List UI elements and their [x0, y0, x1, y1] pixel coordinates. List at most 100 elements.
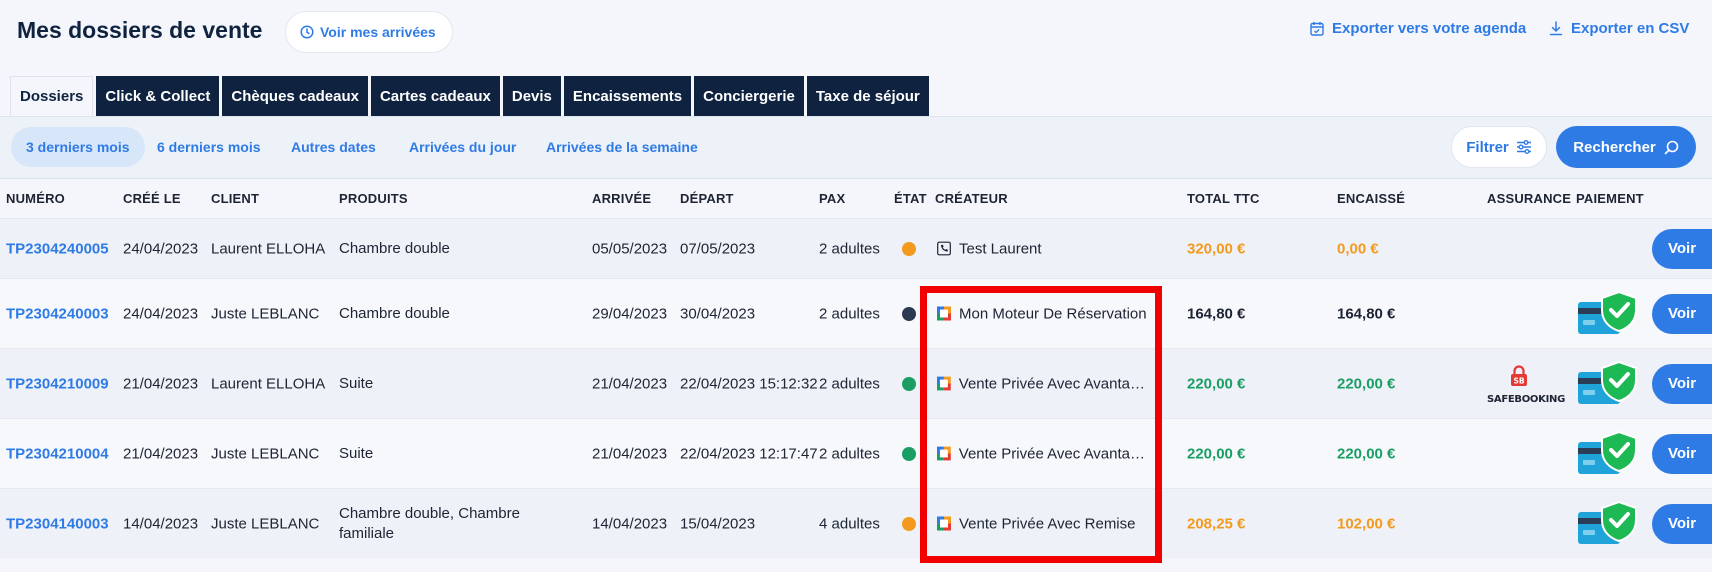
- sliders-icon: [1516, 140, 1531, 154]
- export-csv-label: Exporter en CSV: [1571, 20, 1690, 37]
- booking-engine-icon: [937, 516, 951, 531]
- tab-dossiers[interactable]: Dossiers: [10, 76, 94, 116]
- view-button[interactable]: Voir: [1652, 503, 1712, 544]
- dossier-number-link[interactable]: TP2304140003: [6, 515, 109, 532]
- status-dot: [902, 376, 916, 391]
- client-name: Laurent ELLOHA: [211, 375, 326, 392]
- card-shield-icon: [1578, 430, 1637, 474]
- dossier-number-link[interactable]: TP2304210009: [6, 375, 109, 392]
- col-cree-le[interactable]: CRÉÉ LE: [123, 191, 181, 206]
- pax-count: 2 adultes: [819, 375, 880, 392]
- view-button[interactable]: Voir: [1652, 228, 1712, 269]
- products: Suite: [339, 374, 374, 392]
- amount-collected: 164,80 €: [1337, 305, 1396, 322]
- total-ttc: 164,80 €: [1187, 305, 1246, 322]
- col-etat[interactable]: ÉTAT: [894, 191, 927, 206]
- period-other-dates[interactable]: Autres dates: [291, 127, 376, 167]
- card-shield-icon: [1578, 500, 1637, 544]
- col-depart[interactable]: DÉPART: [680, 191, 734, 206]
- created-date: 24/04/2023: [123, 305, 199, 322]
- tab-bar: Dossiers Click & Collect Chèques cadeaux…: [10, 76, 929, 116]
- dossier-number-link[interactable]: TP2304210004: [6, 445, 109, 462]
- dossier-number-link[interactable]: TP2304240003: [6, 305, 109, 322]
- client-name: Juste LEBLANC: [211, 305, 320, 322]
- arrival-date: 29/04/2023: [592, 305, 668, 322]
- safebooking-badge: SB: [1513, 376, 1524, 385]
- tab-cartes-cadeaux[interactable]: Cartes cadeaux: [370, 76, 500, 116]
- col-client[interactable]: CLIENT: [211, 191, 259, 206]
- col-arrivee[interactable]: ARRIVÉE: [592, 191, 651, 206]
- payment-verified: [1576, 430, 1640, 483]
- creator-name: Vente Privée Avec Avantages: [958, 375, 1151, 392]
- creator: Vente Privée Avec Remise: [937, 515, 1151, 532]
- table-row[interactable]: TP2304140003 14/04/2023 Juste LEBLANC Chamb…: [0, 488, 1712, 558]
- card-shield-icon: [1578, 360, 1637, 404]
- filter-button[interactable]: Filtrer: [1451, 126, 1547, 168]
- period-3-months[interactable]: 3 derniers mois: [11, 127, 145, 167]
- products: Chambre double, Chambre familiale: [339, 504, 520, 542]
- period-arrivals-today[interactable]: Arrivées du jour: [409, 127, 516, 167]
- amount-collected: 220,00 €: [1337, 445, 1396, 462]
- table-row[interactable]: TP2304240005 24/04/2023 Laurent ELLOHA Cham…: [0, 218, 1712, 278]
- table-row[interactable]: TP2304210009 21/04/2023 Laurent ELLOHA Suit…: [0, 348, 1712, 418]
- tab-devis[interactable]: Devis: [502, 76, 561, 116]
- export-agenda-link[interactable]: Exporter vers votre agenda: [1310, 20, 1526, 37]
- created-date: 24/04/2023: [123, 240, 199, 257]
- page-header: Mes dossiers de vente Voir mes arrivées …: [0, 0, 1712, 66]
- amount-collected: 102,00 €: [1337, 515, 1396, 532]
- calendar-icon: [1310, 22, 1324, 36]
- tab-encaissements[interactable]: Encaissements: [563, 76, 692, 116]
- col-total[interactable]: TOTAL TTC: [1187, 191, 1260, 206]
- amount-collected: 0,00 €: [1337, 240, 1379, 257]
- arrival-date: 21/04/2023: [592, 445, 668, 462]
- creator: Mon Moteur De Réservation: [937, 305, 1151, 322]
- payment-verified: [1576, 360, 1640, 413]
- booking-engine-icon: [937, 376, 951, 391]
- col-encaisse[interactable]: ENCAISSÉ: [1337, 191, 1405, 206]
- table-row[interactable]: TP2304240003 24/04/2023 Juste LEBLANC Chamb…: [0, 278, 1712, 348]
- view-button[interactable]: Voir: [1652, 293, 1712, 334]
- view-button[interactable]: Voir: [1652, 363, 1712, 404]
- creator: Vente Privée Avec Avantages: [937, 445, 1151, 462]
- period-6-months[interactable]: 6 derniers mois: [157, 127, 261, 167]
- col-paiement[interactable]: PAIEMENT: [1576, 191, 1644, 206]
- departure-date: 22/04/2023 12:17:47: [680, 445, 818, 462]
- client-name: Juste LEBLANC: [211, 445, 320, 462]
- safebooking-label: SAFEBOOKING: [1487, 393, 1565, 405]
- tab-taxe-sejour[interactable]: Taxe de séjour: [806, 76, 929, 116]
- total-ttc: 208,25 €: [1187, 515, 1246, 532]
- departure-date: 22/04/2023 15:12:32: [680, 375, 818, 392]
- dossier-number-link[interactable]: TP2304240005: [6, 240, 109, 257]
- card-shield-icon: [1578, 290, 1637, 334]
- creator-name: Test Laurent: [959, 240, 1042, 257]
- safebooking-insurance: SB SAFEBOOKING: [1487, 364, 1565, 405]
- status-dot: [902, 306, 916, 321]
- tab-click-collect[interactable]: Click & Collect: [96, 76, 220, 116]
- table-row[interactable]: TP2304210004 21/04/2023 Juste LEBLANC Suite…: [0, 418, 1712, 488]
- filter-label: Filtrer: [1466, 138, 1509, 156]
- view-arrivals-button[interactable]: Voir mes arrivées: [285, 11, 453, 53]
- period-arrivals-week[interactable]: Arrivées de la semaine: [546, 127, 698, 167]
- export-agenda-label: Exporter vers votre agenda: [1332, 20, 1527, 37]
- creator-name: Vente Privée Avec Remise: [959, 515, 1136, 532]
- tab-cheques-cadeaux[interactable]: Chèques cadeaux: [222, 76, 368, 116]
- search-icon: [1664, 140, 1679, 154]
- col-numero[interactable]: NUMÉRO: [6, 191, 65, 206]
- status-dot: [902, 241, 916, 256]
- col-createur[interactable]: CRÉATEUR: [935, 191, 1008, 206]
- tab-conciergerie[interactable]: Conciergerie: [694, 76, 804, 116]
- view-button[interactable]: Voir: [1652, 433, 1712, 474]
- creator-name: Mon Moteur De Réservation: [959, 305, 1147, 322]
- col-assurance[interactable]: ASSURANCE: [1487, 191, 1571, 206]
- table-header: NUMÉRO CRÉÉ LE CLIENT PRODUITS ARRIVÉE D…: [0, 178, 1712, 218]
- creator: Vente Privée Avec Avantages: [937, 375, 1151, 392]
- departure-date: 30/04/2023: [680, 305, 756, 322]
- arrival-date: 05/05/2023: [592, 240, 668, 257]
- search-button[interactable]: Rechercher: [1556, 126, 1696, 168]
- arrival-date: 21/04/2023: [592, 375, 668, 392]
- amount-collected: 220,00 €: [1337, 375, 1396, 392]
- col-pax[interactable]: PAX: [819, 191, 845, 206]
- col-produits[interactable]: PRODUITS: [339, 191, 408, 206]
- products: Chambre double: [339, 304, 450, 322]
- export-csv-link[interactable]: Exporter en CSV: [1549, 20, 1689, 37]
